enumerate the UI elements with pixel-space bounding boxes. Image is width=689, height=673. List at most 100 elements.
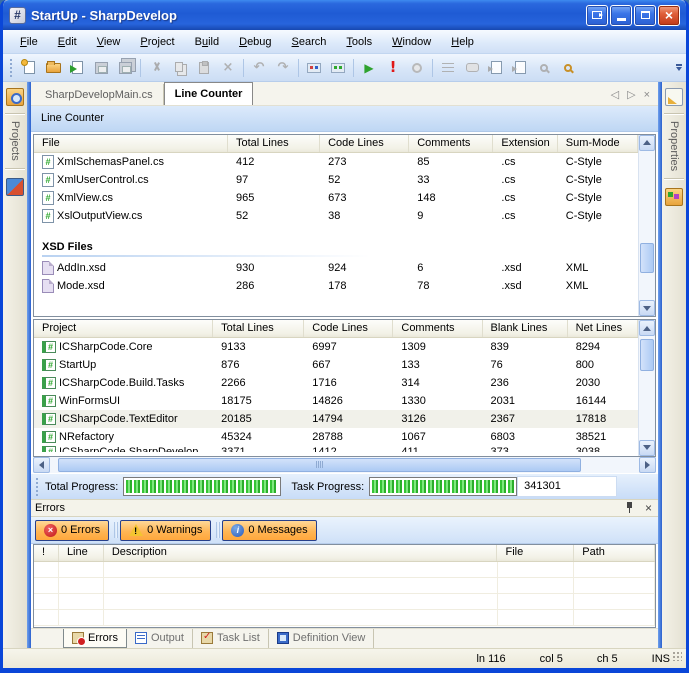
toolbar-grip[interactable] bbox=[9, 58, 14, 78]
0-warnings-button[interactable]: 0 Warnings bbox=[120, 520, 211, 541]
scroll-down-button[interactable] bbox=[639, 300, 655, 316]
tab-line-counter[interactable]: Line Counter bbox=[164, 82, 254, 105]
run-button[interactable]: ▶ bbox=[357, 56, 381, 79]
save-as-button[interactable] bbox=[65, 56, 89, 79]
search-button[interactable] bbox=[556, 56, 580, 79]
cell: 667 bbox=[304, 359, 393, 371]
scroll-thumb[interactable] bbox=[640, 339, 654, 371]
tab-task-list[interactable]: Task List bbox=[193, 629, 269, 648]
scroll-track[interactable] bbox=[639, 151, 655, 300]
menu-tools[interactable]: Tools bbox=[337, 33, 381, 51]
column-header-sum-mode[interactable]: Sum-Mode bbox=[558, 135, 638, 152]
minimize-button[interactable] bbox=[610, 5, 632, 26]
column-header-description[interactable]: Description bbox=[104, 545, 498, 561]
table-row[interactable]: #ICSharpCode.TextEditor20185147943126236… bbox=[34, 410, 638, 428]
scroll-track[interactable] bbox=[639, 336, 655, 440]
resize-grip[interactable] bbox=[672, 651, 682, 661]
table-row[interactable]: AddIn.xsd9309246.xsdXML bbox=[34, 259, 638, 277]
column-header-file[interactable]: File bbox=[497, 545, 574, 561]
tab-definition-view[interactable]: Definition View bbox=[269, 629, 375, 648]
tab-output[interactable]: Output bbox=[127, 629, 193, 648]
table-row[interactable]: #ICSharpCode.Build.Tasks2266171631423620… bbox=[34, 374, 638, 392]
cell bbox=[34, 594, 59, 609]
menu-project[interactable]: Project bbox=[131, 33, 183, 51]
menu-build[interactable]: Build bbox=[186, 33, 228, 51]
errors-close-icon[interactable]: × bbox=[645, 501, 652, 515]
progress-strip-grip[interactable] bbox=[35, 477, 40, 496]
file-table-vscrollbar[interactable] bbox=[638, 135, 655, 316]
horizontal-scrollbar[interactable] bbox=[33, 457, 656, 473]
toolbox-pad-icon[interactable] bbox=[665, 188, 683, 206]
0-errors-button[interactable]: ×0 Errors bbox=[35, 520, 109, 541]
column-header-code-lines[interactable]: Code Lines bbox=[304, 320, 393, 337]
column-header-comments[interactable]: Comments bbox=[393, 320, 482, 337]
menu-edit[interactable]: Edit bbox=[49, 33, 86, 51]
new-file-button[interactable] bbox=[17, 56, 41, 79]
pin-icon[interactable] bbox=[625, 502, 635, 514]
menu-file[interactable]: File bbox=[11, 33, 47, 51]
cell: 411 bbox=[393, 446, 482, 452]
scroll-up-button[interactable] bbox=[639, 135, 655, 151]
properties-pad-icon[interactable] bbox=[665, 88, 683, 106]
table-row[interactable]: #ICSharpCode.Core9133699713098398294 bbox=[34, 338, 638, 356]
table-row[interactable]: Mode.xsd28617878.xsdXML bbox=[34, 277, 638, 295]
column-header-code-lines[interactable]: Code Lines bbox=[320, 135, 409, 152]
column-header-path[interactable]: Path bbox=[574, 545, 655, 561]
errors-panel-title: Errors bbox=[35, 502, 65, 514]
column-header-total-lines[interactable]: Total Lines bbox=[228, 135, 320, 152]
scroll-track[interactable] bbox=[50, 457, 639, 473]
column-header-comments[interactable]: Comments bbox=[409, 135, 493, 152]
menu-debug[interactable]: Debug bbox=[230, 33, 280, 51]
close-button[interactable]: × bbox=[658, 5, 680, 26]
table-row[interactable]: #XslOutputView.cs52389.csC-Style bbox=[34, 207, 638, 225]
scroll-thumb[interactable] bbox=[640, 243, 654, 273]
tab-sharpdevelopmain-cs[interactable]: SharpDevelopMain.cs bbox=[35, 84, 164, 105]
build-all-button[interactable] bbox=[326, 56, 350, 79]
task-progress-bar bbox=[369, 477, 517, 496]
open-file-button[interactable] bbox=[41, 56, 65, 79]
errors-panel-titlebar[interactable]: Errors × bbox=[31, 499, 658, 517]
title-bar[interactable]: # StartUp - SharpDevelop × bbox=[3, 0, 686, 30]
scroll-up-button[interactable] bbox=[639, 320, 655, 336]
projects-pad-icon[interactable] bbox=[6, 88, 24, 106]
project-icon: # bbox=[42, 431, 56, 443]
0-messages-button[interactable]: i0 Messages bbox=[222, 520, 316, 541]
tab-errors[interactable]: Errors bbox=[63, 629, 127, 648]
toolbar-overflow-button[interactable] bbox=[674, 64, 684, 71]
column-header-project[interactable]: Project bbox=[34, 320, 213, 337]
table-row[interactable]: #StartUp87666713376800 bbox=[34, 356, 638, 374]
table-row[interactable]: #XmlSchemasPanel.cs41227385.csC-Style bbox=[34, 153, 638, 171]
abort-button[interactable]: ! bbox=[381, 56, 405, 79]
tab-next-icon[interactable]: ▷ bbox=[627, 88, 635, 101]
table-row[interactable]: #ICSharpCode.SharpDevelop337114124113733… bbox=[34, 446, 638, 452]
menu-window[interactable]: Window bbox=[383, 33, 440, 51]
detach-button[interactable] bbox=[586, 5, 608, 26]
tab-prev-icon[interactable]: ◁ bbox=[611, 88, 619, 101]
maximize-button[interactable] bbox=[634, 5, 656, 26]
menu-search[interactable]: Search bbox=[283, 33, 336, 51]
column-header-net-lines[interactable]: Net Lines bbox=[568, 320, 638, 337]
table-row[interactable]: #XmlView.cs965673148.csC-Style bbox=[34, 189, 638, 207]
sidebar-item-properties[interactable]: Properties bbox=[668, 117, 680, 175]
cell: 3371 bbox=[213, 446, 304, 452]
tools-pad-icon[interactable] bbox=[6, 178, 24, 196]
project-table-vscrollbar[interactable] bbox=[638, 320, 655, 456]
table-row[interactable]: #NRefactory45324287881067680338521 bbox=[34, 428, 638, 446]
column-header-line[interactable]: Line bbox=[59, 545, 104, 561]
scroll-right-button[interactable] bbox=[639, 457, 656, 473]
scroll-thumb[interactable] bbox=[58, 458, 581, 472]
column-header-file[interactable]: File bbox=[34, 135, 228, 152]
sidebar-item-projects[interactable]: Projects bbox=[9, 117, 21, 165]
column-header-extension[interactable]: Extension bbox=[493, 135, 557, 152]
table-row[interactable]: #WinFormsUI18175148261330203116144 bbox=[34, 392, 638, 410]
menu-view[interactable]: View bbox=[88, 33, 130, 51]
build-button[interactable] bbox=[302, 56, 326, 79]
table-row[interactable]: #XmlUserControl.cs975233.csC-Style bbox=[34, 171, 638, 189]
column-header-blank-lines[interactable]: Blank Lines bbox=[483, 320, 568, 337]
column-header-total-lines[interactable]: Total Lines bbox=[213, 320, 304, 337]
menu-help[interactable]: Help bbox=[442, 33, 483, 51]
scroll-left-button[interactable] bbox=[33, 457, 50, 473]
column-header--[interactable]: ! bbox=[34, 545, 59, 561]
scroll-down-button[interactable] bbox=[639, 440, 655, 456]
tab-close-icon[interactable]: × bbox=[644, 89, 650, 101]
